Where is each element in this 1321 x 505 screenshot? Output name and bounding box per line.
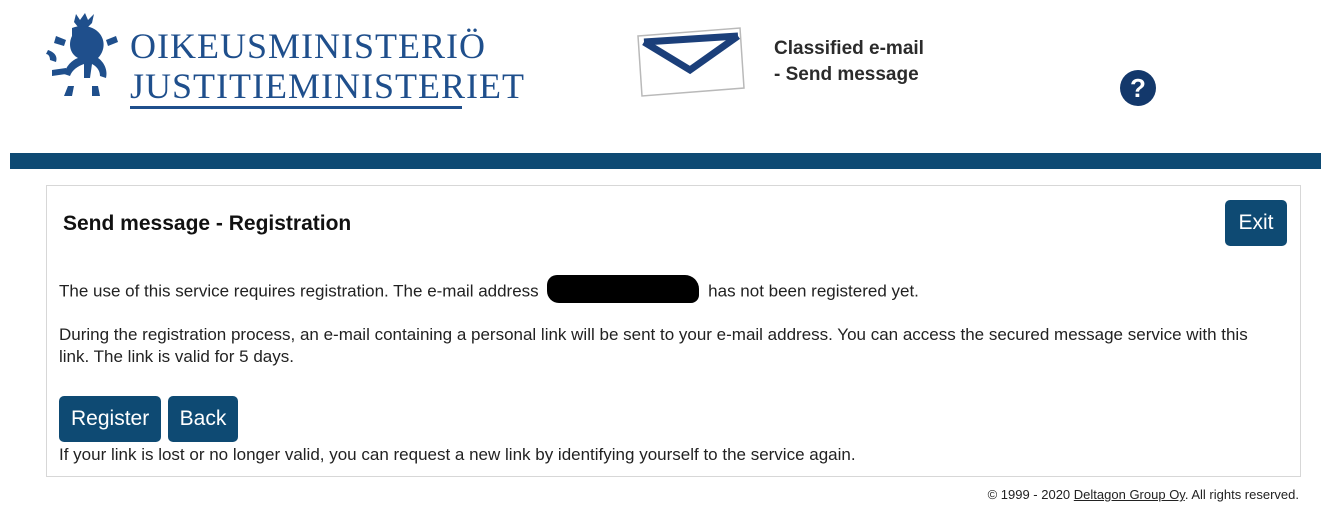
redacted-email (547, 275, 700, 303)
intro-text-after: has not been registered yet. (708, 281, 919, 301)
lost-link-note: If your link is lost or no longer valid,… (59, 445, 856, 464)
logo-text-swedish: JUSTITIEMINISTERIET (130, 66, 525, 106)
register-button[interactable]: Register (59, 396, 162, 442)
heraldic-lion-icon (46, 13, 118, 96)
logo-text-finnish: OIKEUSMINISTERIÖ (130, 26, 486, 66)
back-button[interactable]: Back (167, 396, 239, 442)
copyright-footer: © 1999 - 2020 Deltagon Group Oy. All rig… (988, 487, 1299, 502)
registration-panel: Send message - Registration Exit The use… (46, 185, 1301, 477)
company-link[interactable]: Deltagon Group Oy (1074, 487, 1185, 502)
app-title: Classified e-mail - Send message (774, 36, 924, 88)
page-header: OIKEUSMINISTERIÖ JUSTITIEMINISTERIET Cla… (0, 0, 1321, 150)
intro-text-before: The use of this service requires registr… (59, 281, 539, 301)
header-divider-band (10, 153, 1321, 169)
help-button[interactable]: ? (1120, 70, 1156, 106)
ministry-logo: OIKEUSMINISTERIÖ JUSTITIEMINISTERIET (46, 10, 524, 112)
copyright-prefix: © 1999 - 2020 (987, 487, 1071, 502)
envelope-icon (637, 27, 745, 97)
panel-title: Send message - Registration (63, 212, 352, 235)
app-title-line2: - Send message (774, 64, 919, 85)
exit-button[interactable]: Exit (1225, 200, 1287, 246)
registration-intro: The use of this service requires registr… (59, 275, 919, 306)
copyright-suffix: . All rights reserved. (1184, 487, 1299, 502)
registration-info: During the registration process, an e-ma… (59, 325, 1248, 366)
logo-underline (130, 106, 462, 109)
app-title-line1: Classified e-mail (774, 38, 924, 59)
action-buttons: Register Back (59, 396, 240, 442)
